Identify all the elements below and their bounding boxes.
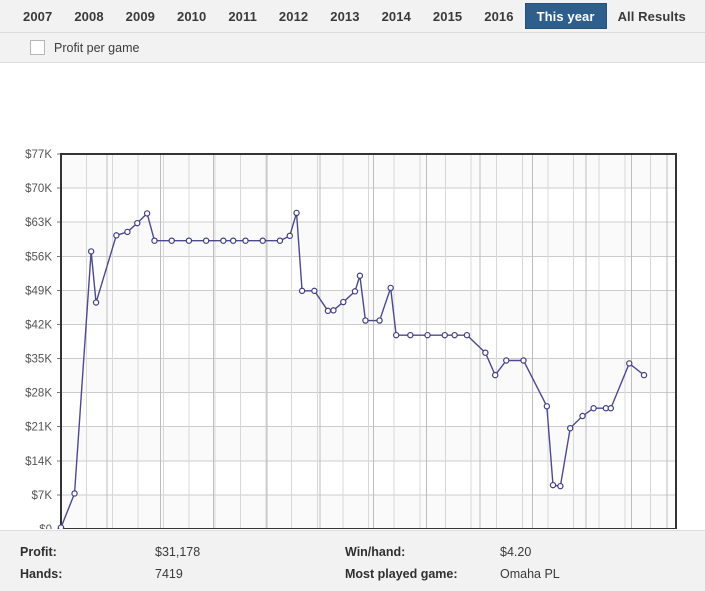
data-point-marker[interactable] [407, 331, 414, 339]
y-axis-tick-label: $35K [25, 354, 52, 366]
stat-row: Hands: 7419 Most played game: Omaha PL [20, 563, 705, 585]
data-point-marker[interactable] [134, 219, 141, 227]
profit-per-game-checkbox[interactable] [30, 40, 45, 55]
data-point-marker[interactable] [124, 228, 131, 236]
data-point-marker[interactable] [185, 237, 193, 244]
data-point-marker[interactable] [113, 232, 120, 239]
data-point-marker[interactable] [557, 482, 564, 490]
data-point-marker[interactable] [451, 331, 458, 339]
data-point-marker[interactable] [626, 360, 633, 367]
y-axis-tick-label: $7K [32, 490, 53, 502]
data-point-marker[interactable] [286, 232, 293, 240]
tab-2016[interactable]: 2016 [473, 0, 524, 32]
data-point-marker[interactable] [482, 349, 489, 356]
tab-2007[interactable]: 2007 [12, 0, 63, 32]
data-point-marker[interactable] [392, 331, 400, 339]
data-point-marker[interactable] [168, 237, 175, 244]
results-panel: 2007 2008 2009 2010 2011 2012 2013 2014 2015 2016… [0, 0, 705, 591]
profit-chart-svg[interactable]: $0 $7K $14K $21K $28K $35K $42K $49K $56K $63K $70… [0, 63, 705, 529]
data-point-marker[interactable] [503, 357, 510, 364]
tab-2009[interactable]: 2009 [115, 0, 166, 32]
data-point-marker[interactable] [259, 237, 266, 244]
tab-2013[interactable]: 2013 [319, 0, 370, 32]
y-axis-tick-label: $49K [25, 285, 52, 297]
data-point-marker[interactable] [151, 237, 158, 244]
data-point-marker[interactable] [324, 307, 332, 315]
summary-stats-bar: Profit: $31,178 Win/hand: $4.20 Hands: 7419 Mo… [0, 530, 705, 591]
data-point-marker[interactable] [640, 371, 648, 379]
y-axis-tick-label: $0 [39, 524, 52, 529]
data-point-marker[interactable] [362, 317, 369, 324]
tab-2014[interactable]: 2014 [371, 0, 422, 32]
data-point-marker[interactable] [92, 299, 100, 306]
stat-value-2: $4.20 [500, 545, 532, 559]
data-point-marker[interactable] [424, 331, 431, 339]
stat-value-2: Omaha PL [500, 567, 560, 581]
data-point-marker[interactable] [491, 371, 499, 379]
data-point-marker[interactable] [330, 307, 337, 314]
y-axis-tick-label: $77K [25, 149, 52, 161]
year-tab-bar: 2007 2008 2009 2010 2011 2012 2013 2014 2015 2016… [0, 0, 705, 33]
data-point-marker[interactable] [220, 237, 227, 244]
data-point-marker[interactable] [543, 403, 551, 410]
tab-all-results[interactable]: All Results [607, 0, 697, 32]
data-point-marker[interactable] [71, 490, 78, 497]
data-point-marker[interactable] [356, 272, 364, 279]
data-point-marker[interactable] [351, 288, 359, 295]
data-point-marker[interactable] [607, 405, 615, 412]
data-point-marker[interactable] [87, 248, 95, 255]
profit-per-game-label: Profit per game [54, 40, 140, 55]
y-axis-tick-label: $63K [25, 217, 52, 229]
stat-label: Profit: [20, 545, 57, 559]
y-axis-tick-label: $56K [25, 251, 52, 263]
profit-chart: $0 $7K $14K $21K $28K $35K $42K $49K $56K $63K $70… [0, 63, 705, 529]
data-point-marker[interactable] [387, 284, 394, 292]
data-point-marker[interactable] [376, 317, 383, 324]
tab-this-year[interactable]: This year [524, 3, 607, 29]
data-point-marker[interactable] [579, 412, 586, 420]
y-axis-tick-label: $28K [25, 388, 52, 400]
data-point-marker[interactable] [276, 237, 284, 244]
data-point-marker[interactable] [143, 210, 151, 217]
y-axis-tick-label: $14K [25, 456, 52, 468]
stat-row: Profit: $31,178 Win/hand: $4.20 [20, 541, 705, 563]
y-axis-tick-label: $21K [25, 422, 52, 434]
stat-label: Hands: [20, 567, 63, 581]
data-point-marker[interactable] [57, 524, 65, 529]
data-point-marker[interactable] [520, 357, 527, 364]
y-axis-tick-label: $42K [25, 319, 52, 331]
data-point-marker[interactable] [311, 287, 318, 295]
data-point-marker[interactable] [340, 298, 347, 306]
data-point-marker[interactable] [549, 481, 557, 489]
tab-2010[interactable]: 2010 [166, 0, 217, 32]
data-point-marker[interactable] [463, 331, 471, 339]
data-point-marker[interactable] [242, 237, 249, 244]
stat-label-2: Most played game: [345, 567, 458, 581]
tab-2011[interactable]: 2011 [217, 0, 268, 32]
data-point-marker[interactable] [590, 405, 597, 412]
stat-value: 7419 [155, 567, 183, 581]
y-axis-tick-label: $70K [25, 183, 52, 195]
data-point-marker[interactable] [293, 209, 300, 217]
tab-2008[interactable]: 2008 [63, 0, 114, 32]
tab-2015[interactable]: 2015 [422, 0, 473, 32]
data-point-marker[interactable] [202, 237, 210, 244]
tab-2012[interactable]: 2012 [268, 0, 319, 32]
chart-options-row: Profit per game [0, 33, 705, 63]
data-point-marker[interactable] [229, 237, 237, 244]
stat-label-2: Win/hand: [345, 545, 406, 559]
data-point-marker[interactable] [298, 287, 306, 295]
data-point-marker[interactable] [441, 331, 448, 339]
data-point-marker[interactable] [567, 424, 574, 432]
stat-value: $31,178 [155, 545, 201, 559]
